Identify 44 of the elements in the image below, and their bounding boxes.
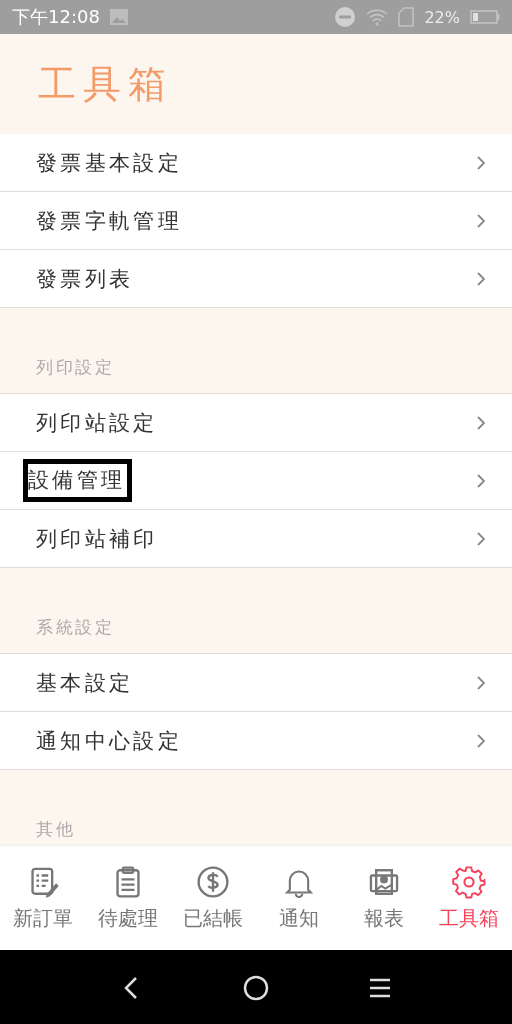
battery-percent: 22% xyxy=(424,7,460,27)
dollar-icon xyxy=(196,864,231,899)
tab-bar-item[interactable]: 工具箱 xyxy=(426,846,512,950)
tab-bar-item[interactable]: 報表 xyxy=(341,846,427,950)
menu-item[interactable]: 列印站設定 xyxy=(0,394,512,452)
chevron-right-icon xyxy=(476,674,486,691)
status-time: 下午12:08 xyxy=(12,5,100,29)
menu-label: 列印站補印 xyxy=(36,525,159,553)
menu-item[interactable]: 列印站補印 xyxy=(0,510,512,568)
chevron-right-icon xyxy=(476,414,486,431)
page-title: 工具箱 xyxy=(38,60,173,108)
home-icon[interactable] xyxy=(241,973,271,1003)
menu-item[interactable]: 基本設定 xyxy=(0,654,512,712)
chevron-right-icon xyxy=(476,154,486,171)
sim-card-icon xyxy=(398,7,415,27)
section-header: 其他 xyxy=(36,818,76,841)
tab-bar-item[interactable]: 通知 xyxy=(256,846,342,950)
menu-item[interactable]: 設備管理 xyxy=(0,452,512,510)
menu-item[interactable]: 發票列表 xyxy=(0,250,512,308)
image-icon xyxy=(109,9,128,25)
settings-icon xyxy=(452,864,487,899)
menu-label: 發票基本設定 xyxy=(36,149,184,177)
do-not-disturb-icon xyxy=(334,6,357,28)
tab-bar-item[interactable]: 待處理 xyxy=(85,846,171,950)
menu-label: 通知中心設定 xyxy=(36,727,184,755)
chevron-right-icon xyxy=(476,530,486,547)
menu-item[interactable]: 發票基本設定 xyxy=(0,134,512,192)
chevron-right-icon xyxy=(476,472,486,489)
highlighted-label: 設備管理 xyxy=(23,458,133,503)
menu-label: 發票列表 xyxy=(36,265,135,293)
chevron-right-icon xyxy=(476,732,486,749)
section-header: 列印設定 xyxy=(36,356,115,379)
section-header: 系統設定 xyxy=(36,616,115,639)
tab-bar-item[interactable]: 新訂單 xyxy=(0,846,86,950)
chevron-right-icon xyxy=(476,212,486,229)
battery-icon xyxy=(470,10,500,24)
menu-label: 發票字軌管理 xyxy=(36,207,184,235)
menu-item[interactable]: 發票字軌管理 xyxy=(0,192,512,250)
menu-label: 基本設定 xyxy=(36,669,135,697)
wifi-icon xyxy=(366,8,389,26)
menu-label: 列印站設定 xyxy=(36,409,159,437)
tab-bar-item[interactable]: 已結帳 xyxy=(170,846,256,950)
chevron-right-icon xyxy=(476,270,486,287)
menu-item[interactable]: 通知中心設定 xyxy=(0,712,512,770)
